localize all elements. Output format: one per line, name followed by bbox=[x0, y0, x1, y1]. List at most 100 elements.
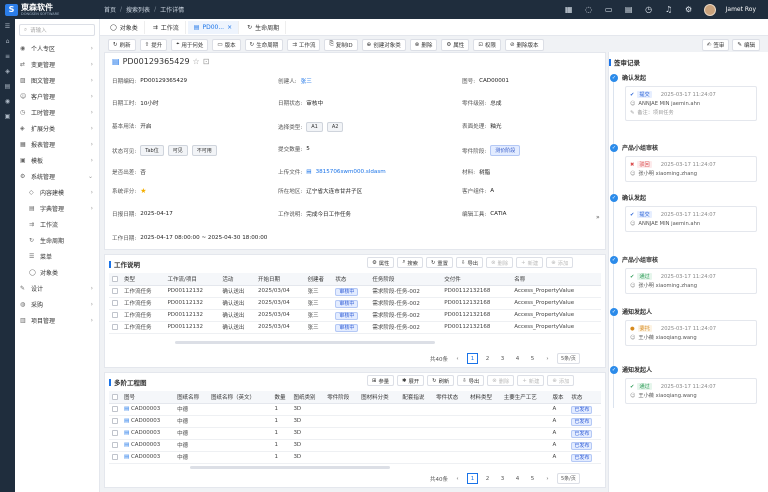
table-row[interactable]: 工作流任务 PD00112132 确认送出 2025/03/04 张三 审核中 需求阶段-任… bbox=[109, 309, 601, 322]
table-row[interactable]: ▤ CAD00003 中德 1 3D A 已发布 bbox=[109, 439, 601, 452]
page-number[interactable]: 2 bbox=[482, 353, 493, 364]
grid-icon[interactable]: ▦ bbox=[564, 5, 574, 14]
page-number[interactable]: 5 bbox=[527, 473, 538, 484]
column-header[interactable]: 交付件 bbox=[441, 273, 512, 286]
page-number[interactable]: 3 bbox=[497, 353, 508, 364]
toolbar-button[interactable]: ⇧ 提升 bbox=[139, 38, 168, 51]
toolbar-button[interactable]: ▭ 版本 bbox=[212, 38, 241, 51]
column-header[interactable]: 零件阶段 bbox=[324, 391, 359, 404]
column-header[interactable]: 状态 bbox=[332, 273, 370, 286]
search-input[interactable]: 请输入 bbox=[30, 26, 47, 34]
checkbox[interactable] bbox=[112, 429, 118, 436]
toolbar-right-button[interactable]: ✎ 编辑 bbox=[732, 38, 760, 51]
checkbox[interactable] bbox=[112, 393, 118, 400]
settings-icon[interactable]: ⚙ bbox=[684, 5, 694, 14]
section-button[interactable]: + 新建 bbox=[517, 375, 545, 386]
section-button[interactable]: ⊗ 删除 bbox=[486, 257, 514, 268]
page-number[interactable]: 2 bbox=[482, 473, 493, 484]
tab-2[interactable]: ▤ PD00... × bbox=[187, 20, 240, 34]
table-row[interactable]: ▤ CAD00003 中德 1 3D A 已发布 bbox=[109, 427, 601, 440]
monitor-icon[interactable]: ▭ bbox=[604, 5, 614, 14]
section-button[interactable]: ⊞ 参量 bbox=[367, 375, 395, 386]
column-header[interactable]: 数量 bbox=[271, 391, 291, 404]
column-header[interactable]: 工作流/项目 bbox=[164, 273, 220, 286]
field-chip[interactable]: A2 bbox=[326, 122, 344, 132]
column-header[interactable]: 主要生产工艺 bbox=[500, 391, 550, 404]
table-row[interactable]: ▤ CAD00003 中德 1 3D A 已发布 bbox=[109, 415, 601, 428]
star-icon[interactable]: ☆ bbox=[193, 57, 200, 66]
rail-home-icon[interactable]: ⌂ bbox=[0, 34, 15, 49]
column-header[interactable]: 名称 bbox=[511, 273, 601, 286]
sidebar-item[interactable]: ▦ 报表管理 › bbox=[15, 136, 99, 152]
expand-right-icon[interactable]: » bbox=[596, 214, 600, 221]
prev-page-icon[interactable]: ‹ bbox=[452, 353, 463, 364]
checkbox[interactable] bbox=[112, 287, 118, 294]
page-size-select[interactable]: 5条/页 bbox=[557, 353, 580, 364]
column-header[interactable]: 图纸名称 bbox=[174, 391, 208, 404]
page-number[interactable]: 5 bbox=[527, 353, 538, 364]
sidebar-item[interactable]: ⇉ 工作流 bbox=[15, 216, 99, 232]
sidebar-item[interactable]: ☺ 客户管理 › bbox=[15, 88, 99, 104]
toolbar-right-button[interactable]: ✍ 签审 bbox=[701, 38, 730, 51]
sidebar-item[interactable]: ◈ 扩展分类 › bbox=[15, 120, 99, 136]
next-page-icon[interactable]: › bbox=[542, 353, 553, 364]
sidebar-item[interactable]: ▣ 模板 › bbox=[15, 152, 99, 168]
breadcrumb-search[interactable]: 搜索列表 bbox=[126, 5, 150, 14]
prev-page-icon[interactable]: ‹ bbox=[452, 473, 463, 484]
table-row[interactable]: 工作流任务 PD00112132 确认送出 2025/03/04 张三 审核中 需求阶段-任… bbox=[109, 285, 601, 298]
sidebar-item[interactable]: ◷ 工时管理 › bbox=[15, 104, 99, 120]
toolbar-button[interactable]: ⊡ 权限 bbox=[473, 38, 501, 51]
section-button[interactable]: ⌕ 搜索 bbox=[397, 257, 423, 268]
column-header[interactable]: 图材料分类 bbox=[358, 391, 400, 404]
field-value[interactable]: 3815706swm000.sldasm bbox=[316, 169, 386, 175]
toolbar-button[interactable]: ⚙ 属性 bbox=[441, 38, 470, 51]
column-header[interactable]: 状态 bbox=[568, 391, 601, 404]
sidebar-item[interactable]: ◍ 采购 › bbox=[15, 296, 99, 312]
section-button[interactable]: ⇩ 导出 bbox=[457, 375, 485, 386]
rail-box-icon[interactable]: ▣ bbox=[0, 109, 15, 124]
rail-chart-icon[interactable]: ◈ bbox=[0, 64, 15, 79]
field-chip[interactable]: Tab位 bbox=[140, 145, 164, 156]
page-number[interactable]: 4 bbox=[512, 473, 523, 484]
page-number[interactable]: 1 bbox=[467, 473, 478, 484]
sidebar-item[interactable]: ✎ 设计 › bbox=[15, 280, 99, 296]
user-name[interactable]: Jamet Roy bbox=[726, 6, 756, 13]
sidebar-item[interactable]: ◉ 个人专区 › bbox=[15, 40, 99, 56]
toolbar-button[interactable]: ↻ 生命周期 bbox=[244, 38, 284, 51]
tab-1[interactable]: ⇉ 工作流 bbox=[147, 20, 186, 34]
checkbox[interactable] bbox=[112, 417, 118, 424]
tab-0[interactable]: ◯ 对象类 bbox=[104, 20, 145, 34]
clock-icon[interactable]: ◷ bbox=[644, 5, 654, 14]
bell-icon[interactable]: ♫ bbox=[664, 5, 674, 14]
column-header[interactable]: 图纸名称（英文） bbox=[207, 391, 272, 404]
close-icon[interactable]: × bbox=[227, 24, 232, 31]
sidebar-item[interactable]: ▥ 项目管理 › bbox=[15, 312, 99, 328]
column-header[interactable]: 材料类型 bbox=[466, 391, 501, 404]
section-button[interactable]: ↻ 刷新 bbox=[427, 375, 455, 386]
table-row[interactable]: 工作流任务 PD00112132 确认送出 2025/03/04 张三 审核中 需求阶段-任… bbox=[109, 297, 601, 310]
sidebar-item[interactable]: ⚙ 系统管理 ⌄ bbox=[15, 168, 99, 184]
select-all[interactable] bbox=[109, 391, 121, 404]
sidebar-item[interactable]: ▨ 图文管理 › bbox=[15, 72, 99, 88]
toolbar-button[interactable]: ⎘ 复制ID bbox=[324, 38, 358, 51]
page-size-select[interactable]: 5条/页 bbox=[557, 473, 580, 484]
sidebar-item[interactable]: ↻ 生命周期 bbox=[15, 232, 99, 248]
toolbar-button[interactable]: ⊘ 删除版本 bbox=[504, 38, 544, 51]
checkbox[interactable] bbox=[112, 275, 118, 282]
column-header[interactable]: 活动 bbox=[219, 273, 256, 286]
checkbox[interactable] bbox=[112, 299, 118, 306]
toolbar-button[interactable]: ⊗ 删除 bbox=[409, 38, 438, 51]
column-header[interactable]: 开始日期 bbox=[255, 273, 305, 286]
rail-list-icon[interactable]: ≡ bbox=[0, 49, 15, 64]
table-row[interactable]: ▤ CAD00003 中德 1 3D A 已发布 bbox=[109, 403, 601, 416]
column-header[interactable]: 图纸类别 bbox=[290, 391, 325, 404]
lock-icon[interactable]: ⊡ bbox=[203, 57, 210, 66]
sidebar-item[interactable]: ◯ 对象类 bbox=[15, 264, 99, 280]
rail-doc-icon[interactable]: ▤ bbox=[0, 79, 15, 94]
column-header[interactable]: 任务阶段 bbox=[369, 273, 442, 286]
document-icon[interactable]: ▤ bbox=[624, 5, 634, 14]
sidebar-search[interactable]: ⌕ 请输入 bbox=[19, 24, 95, 36]
field-chip[interactable]: 不可用 bbox=[191, 145, 217, 156]
sidebar-item[interactable]: ◇ 内容建模 › bbox=[15, 184, 99, 200]
checkbox[interactable] bbox=[112, 441, 118, 448]
